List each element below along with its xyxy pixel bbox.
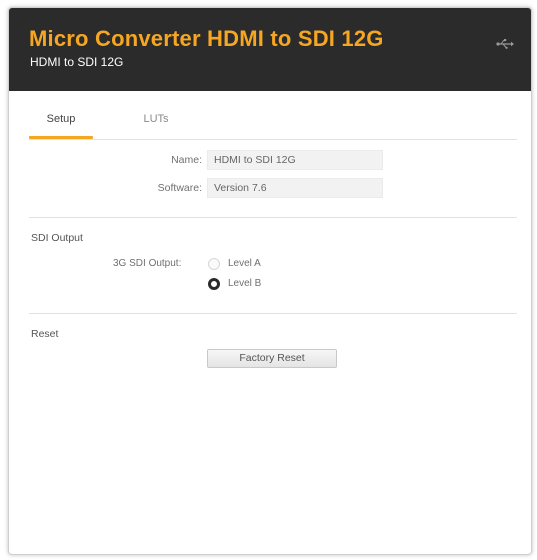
level-a-radio[interactable] <box>208 258 220 270</box>
sdi-output-label: 3G SDI Output: <box>113 258 182 269</box>
name-field[interactable]: HDMI to SDI 12G <box>207 150 383 170</box>
tab-bar: Setup LUTs <box>29 109 517 140</box>
level-b-radio[interactable] <box>208 278 220 290</box>
level-a-label[interactable]: Level A <box>228 257 261 271</box>
device-subtitle: HDMI to SDI 12G <box>30 55 124 69</box>
divider <box>29 313 517 314</box>
software-label: Software: <box>157 182 202 194</box>
software-row: Software: <box>9 178 202 198</box>
device-title: Micro Converter HDMI to SDI 12G <box>29 26 384 51</box>
software-field: Version 7.6 <box>207 178 383 198</box>
reset-heading: Reset <box>31 328 59 340</box>
factory-reset-button[interactable]: Factory Reset <box>207 349 337 368</box>
tab-setup[interactable]: Setup <box>29 109 93 139</box>
header-bar: Micro Converter HDMI to SDI 12G HDMI to … <box>9 8 531 91</box>
name-label: Name: <box>171 154 202 166</box>
usb-icon <box>496 39 514 49</box>
divider <box>29 217 517 218</box>
tab-luts[interactable]: LUTs <box>127 109 185 137</box>
utility-window: Micro Converter HDMI to SDI 12G HDMI to … <box>8 7 532 555</box>
sdi-output-heading: SDI Output <box>31 232 83 244</box>
level-b-label[interactable]: Level B <box>228 277 261 291</box>
name-row: Name: <box>9 150 202 170</box>
